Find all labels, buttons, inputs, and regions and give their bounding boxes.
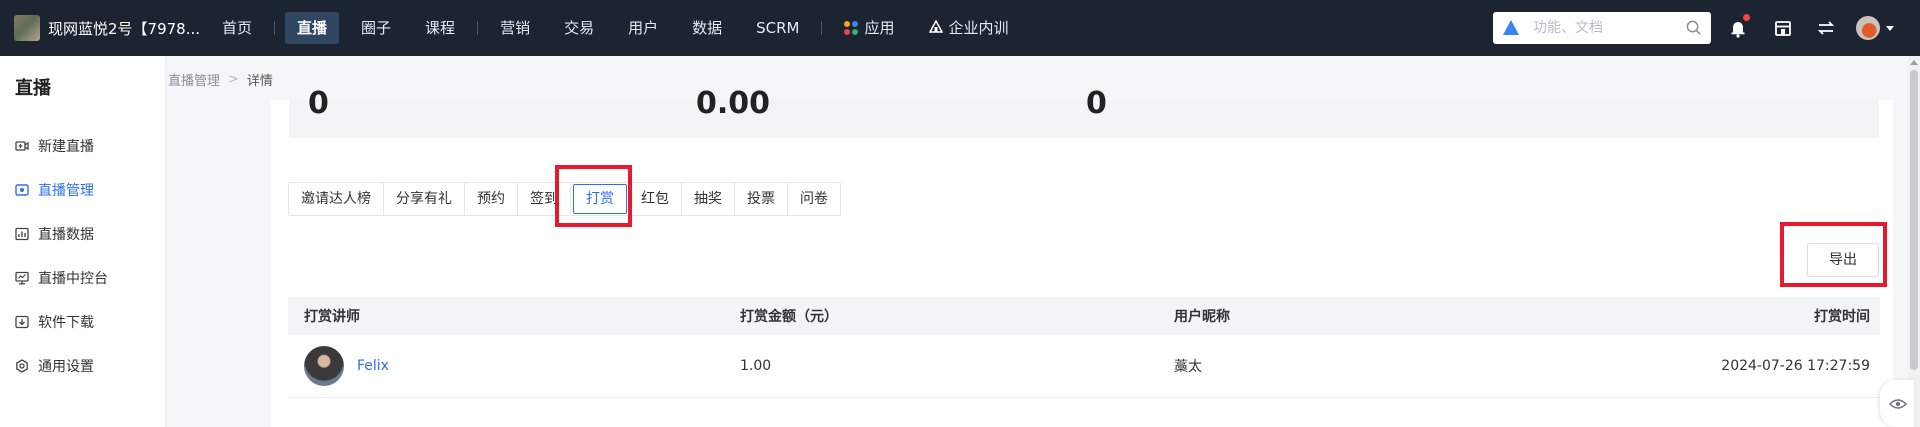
scroll-up-arrow[interactable] (1910, 60, 1918, 65)
chevron-down-icon[interactable] (1886, 26, 1894, 31)
breadcrumb-current: 详情 (246, 74, 273, 89)
nav-item-home[interactable]: 首页 (210, 12, 264, 44)
store-icon[interactable] (1771, 16, 1795, 40)
brand[interactable]: 现网蓝悦2号【7978... (14, 14, 200, 42)
table-row: Felix 1.00 藁太 2024-07-26 17:27:59 (288, 335, 1880, 398)
sidebar-item-console[interactable]: 直播中控台 (15, 266, 108, 290)
sidebar-item-download[interactable]: 软件下载 (15, 310, 94, 334)
nav-item-data[interactable]: 数据 (680, 12, 734, 44)
nav-item-training[interactable]: 企业内训 (917, 12, 1021, 44)
nav-item-trade[interactable]: 交易 (552, 12, 606, 44)
building-icon (928, 12, 943, 44)
nav-item-apps-label: 应用 (864, 19, 895, 37)
breadcrumb-parent[interactable]: 直播管理 (168, 70, 220, 89)
nav-divider (274, 21, 276, 35)
apps-icon (844, 21, 859, 35)
main-nav: 首页 直播 圈子 课程 营销 交易 用户 数据 SCRM 应用 企业内训 (205, 0, 1026, 56)
sidebar-item-settings[interactable]: 通用设置 (15, 354, 94, 378)
sidebar-item-label: 直播数据 (38, 227, 94, 243)
floating-eye-button[interactable] (1880, 380, 1914, 427)
tab-invite-ranking[interactable]: 邀请达人榜 (289, 183, 384, 215)
sidebar-item-live-manage[interactable]: 直播管理 (15, 178, 94, 202)
amount-cell: 1.00 (740, 358, 772, 374)
nickname-cell: 藁太 (1174, 359, 1202, 375)
highlight-box-export (1780, 222, 1887, 287)
eye-icon (1889, 399, 1907, 409)
sidebar-item-label: 软件下载 (38, 315, 94, 331)
nav-item-marketing[interactable]: 营销 (488, 12, 542, 44)
nav-item-course[interactable]: 课程 (413, 12, 467, 44)
nav-item-live[interactable]: 直播 (285, 12, 340, 44)
tab-survey[interactable]: 问卷 (788, 183, 840, 215)
top-navbar: 现网蓝悦2号【7978... 首页 直播 圈子 课程 营销 交易 用户 数据 S… (0, 0, 1920, 56)
download-icon (15, 315, 29, 329)
monitor-icon (15, 271, 29, 285)
sidebar-item-label: 新建直播 (38, 139, 94, 155)
stat-value: 0 (308, 86, 329, 121)
tab-lottery[interactable]: 抽奖 (682, 183, 735, 215)
sidebar-title: 直播 (15, 78, 51, 99)
brand-name: 现网蓝悦2号【7978... (48, 19, 201, 38)
column-header-time: 打赏时间 (1814, 309, 1870, 325)
nav-divider (821, 21, 823, 35)
scrollbar[interactable] (1908, 56, 1920, 427)
column-header-teacher: 打赏讲师 (304, 309, 360, 325)
highlight-box-tips-tab (555, 165, 632, 227)
search-input[interactable] (1533, 18, 1673, 38)
tips-table: 打赏讲师 打赏金额（元） 用户昵称 打赏时间 Felix 1.00 藁太 202… (288, 297, 1880, 398)
column-header-amount: 打赏金额（元） (740, 309, 838, 325)
time-cell: 2024-07-26 17:27:59 (1721, 358, 1870, 374)
scroll-thumb[interactable] (1910, 70, 1918, 370)
stat-value: 0 (1086, 86, 1107, 121)
stats-band: 0 0.00 0 (289, 86, 1879, 138)
video-add-icon (15, 141, 29, 151)
search-icon[interactable] (1686, 20, 1701, 35)
teacher-cell: Felix (288, 346, 724, 386)
live-manage-icon (15, 184, 29, 196)
nav-item-training-label: 企业内训 (948, 19, 1009, 37)
tab-share-reward[interactable]: 分享有礼 (384, 183, 465, 215)
brand-logo (14, 15, 40, 41)
nav-item-scrm[interactable]: SCRM (744, 12, 811, 44)
tab-reservation[interactable]: 预约 (465, 183, 518, 215)
nav-item-circle[interactable]: 圈子 (349, 12, 403, 44)
stat-value: 0.00 (696, 86, 771, 121)
nav-item-apps[interactable]: 应用 (832, 12, 906, 44)
nav-divider (477, 21, 479, 35)
teacher-link[interactable]: Felix (357, 358, 389, 374)
breadcrumb: 直播管理 > 详情 (168, 70, 273, 89)
sidebar-item-live-data[interactable]: 直播数据 (15, 222, 94, 246)
breadcrumb-separator: > (228, 72, 239, 87)
nav-item-users[interactable]: 用户 (616, 12, 670, 44)
sidebar-item-label: 直播管理 (38, 183, 94, 199)
bell-icon[interactable] (1726, 14, 1750, 40)
tab-vote[interactable]: 投票 (735, 183, 788, 215)
user-avatar[interactable] (1856, 16, 1880, 40)
gear-icon (16, 359, 28, 373)
avatar (304, 346, 344, 386)
notification-dot (1743, 14, 1750, 21)
sidebar-item-label: 通用设置 (38, 359, 94, 375)
column-header-nickname: 用户昵称 (1174, 309, 1230, 325)
chart-icon (15, 227, 29, 241)
doc-logo-icon (1503, 20, 1519, 35)
tab-red-packet[interactable]: 红包 (629, 183, 682, 215)
sidebar-item-label: 直播中控台 (38, 271, 108, 287)
table-header: 打赏讲师 打赏金额（元） 用户昵称 打赏时间 (288, 297, 1880, 335)
switch-icon[interactable] (1814, 16, 1838, 40)
sidebar: 直播 新建直播 直播管理 直播数据 直播中控台 软件下载 通用设置 (0, 56, 166, 427)
sidebar-item-new-live[interactable]: 新建直播 (15, 134, 94, 158)
search-box (1493, 12, 1711, 44)
